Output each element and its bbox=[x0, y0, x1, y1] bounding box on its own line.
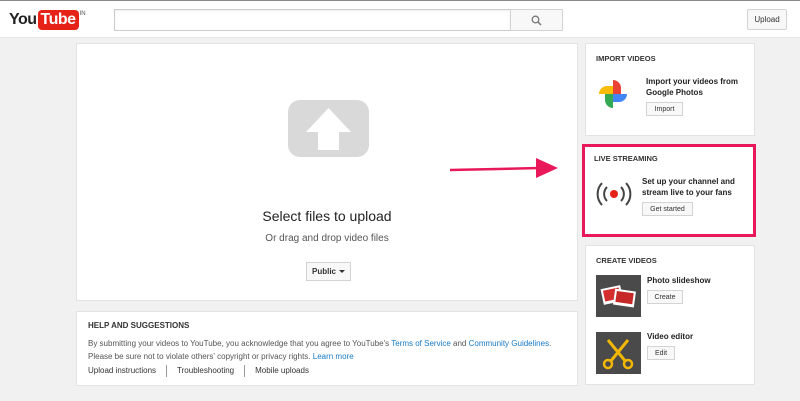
community-guidelines-link[interactable]: Community Guidelines bbox=[469, 339, 549, 348]
live-streaming-text: Set up your channel and stream live to y… bbox=[642, 177, 735, 197]
live-broadcast-icon bbox=[596, 182, 632, 206]
live-streaming-title: LIVE STREAMING bbox=[594, 154, 658, 163]
video-editor-label: Video editor bbox=[647, 332, 694, 341]
import-videos-text: Import your videos from Google Photos bbox=[646, 77, 739, 97]
photo-slideshow-icon bbox=[596, 275, 641, 317]
upload-subtitle: Or drag and drop video files bbox=[265, 233, 389, 244]
search-icon bbox=[531, 15, 542, 26]
annotation-arrow-icon bbox=[449, 158, 558, 178]
create-videos-title: CREATE VIDEOS bbox=[596, 256, 657, 265]
youtube-logo[interactable]: You Tube IN bbox=[9, 10, 86, 30]
edit-button-label: Edit bbox=[654, 349, 668, 357]
help-panel: HELP AND SUGGESTIONS By submitting your … bbox=[76, 311, 578, 386]
mobile-uploads-link[interactable]: Mobile uploads bbox=[244, 365, 319, 377]
privacy-label: Public bbox=[311, 267, 336, 276]
help-text-part2: and bbox=[450, 339, 469, 348]
import-button-label: Import bbox=[654, 105, 675, 113]
get-started-button[interactable]: Get started bbox=[642, 202, 693, 216]
import-videos-panel: IMPORT VIDEOS Import your videos from Go… bbox=[585, 43, 755, 136]
troubleshooting-link[interactable]: Troubleshooting bbox=[166, 365, 244, 377]
live-streaming-panel: LIVE STREAMING Set up your channel and s… bbox=[582, 144, 756, 237]
create-videos-panel: CREATE VIDEOS Photo slideshow Create Vid… bbox=[585, 245, 755, 385]
help-links: Upload instructions Troubleshooting Mobi… bbox=[88, 365, 319, 377]
google-photos-icon bbox=[599, 80, 627, 108]
import-videos-title: IMPORT VIDEOS bbox=[596, 54, 656, 63]
search-button[interactable] bbox=[510, 9, 563, 31]
create-button[interactable]: Create bbox=[647, 290, 683, 304]
upload-arrow-icon[interactable] bbox=[288, 100, 369, 157]
get-started-button-label: Get started bbox=[650, 205, 685, 213]
top-header: You Tube IN Upload bbox=[0, 0, 800, 38]
chevron-down-icon bbox=[339, 270, 345, 273]
logo-country-code: IN bbox=[79, 11, 86, 17]
photo-slideshow-label: Photo slideshow bbox=[647, 276, 711, 285]
import-button[interactable]: Import bbox=[646, 102, 683, 116]
terms-of-service-link[interactable]: Terms of Service bbox=[391, 339, 451, 348]
privacy-dropdown[interactable]: Public bbox=[306, 262, 351, 281]
help-text-part1: By submitting your videos to YouTube, yo… bbox=[88, 339, 392, 348]
upload-instructions-link[interactable]: Upload instructions bbox=[88, 365, 166, 377]
upload-button[interactable]: Upload bbox=[747, 9, 787, 30]
help-title: HELP AND SUGGESTIONS bbox=[88, 321, 190, 330]
help-text: By submitting your videos to YouTube, yo… bbox=[88, 337, 568, 363]
create-button-label: Create bbox=[654, 293, 676, 301]
logo-you-text: You bbox=[9, 11, 37, 28]
video-editor-icon bbox=[596, 332, 641, 374]
upload-title: Select files to upload bbox=[262, 208, 392, 224]
learn-more-link[interactable]: Learn more bbox=[313, 352, 354, 361]
logo-tube-text: Tube bbox=[37, 10, 79, 30]
edit-button[interactable]: Edit bbox=[647, 346, 675, 360]
upload-button-label: Upload bbox=[754, 15, 780, 24]
search-input[interactable] bbox=[114, 9, 511, 31]
